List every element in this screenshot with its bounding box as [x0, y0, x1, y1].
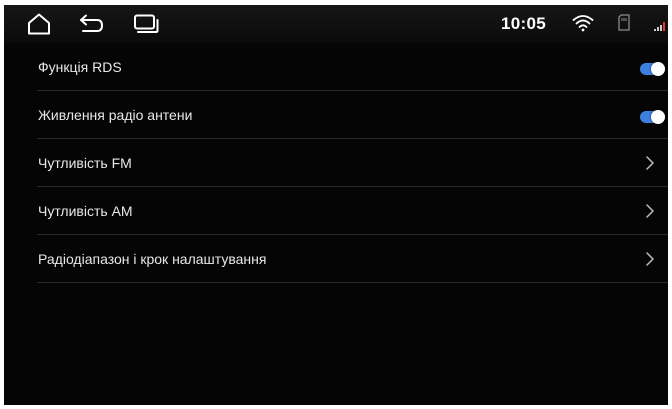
- setting-rds[interactable]: Функція RDS: [37, 43, 668, 91]
- recents-icon: [134, 14, 159, 33]
- status-bar: 10:05: [4, 5, 668, 43]
- setting-label: Живлення радіо антени: [38, 107, 193, 123]
- recents-button[interactable]: [132, 11, 160, 37]
- setting-label: Чутливість AM: [38, 203, 133, 219]
- chevron-right-icon: [646, 204, 654, 218]
- setting-label: Функція RDS: [38, 59, 122, 75]
- wifi-icon: [572, 15, 594, 32]
- toggle-knob: [651, 62, 665, 76]
- setting-label: Радіодіапазон і крок налаштування: [38, 251, 267, 267]
- screen: 10:05 Функція RDS Живлення радіо антени …: [4, 5, 668, 405]
- sd-card-icon: [618, 14, 630, 31]
- setting-am-sensitivity[interactable]: Чутливість AM: [37, 187, 668, 235]
- home-icon: [28, 13, 50, 35]
- chevron-right-icon: [646, 156, 654, 170]
- clock: 10:05: [501, 14, 546, 33]
- rds-toggle[interactable]: [640, 62, 665, 76]
- setting-label: Чутливість FM: [38, 155, 132, 171]
- chevron-right-icon: [646, 252, 654, 266]
- setting-antenna-power[interactable]: Живлення радіо антени: [37, 91, 668, 139]
- settings-list: Функція RDS Живлення радіо антени Чутлив…: [4, 43, 668, 283]
- toggle-knob: [651, 110, 665, 124]
- back-icon: [80, 14, 104, 32]
- signal-icon: [654, 22, 665, 31]
- antenna-power-toggle[interactable]: [640, 110, 665, 124]
- setting-radio-band-step[interactable]: Радіодіапазон і крок налаштування: [37, 235, 668, 283]
- home-button[interactable]: [25, 11, 53, 37]
- back-button[interactable]: [77, 11, 105, 37]
- setting-fm-sensitivity[interactable]: Чутливість FM: [37, 139, 668, 187]
